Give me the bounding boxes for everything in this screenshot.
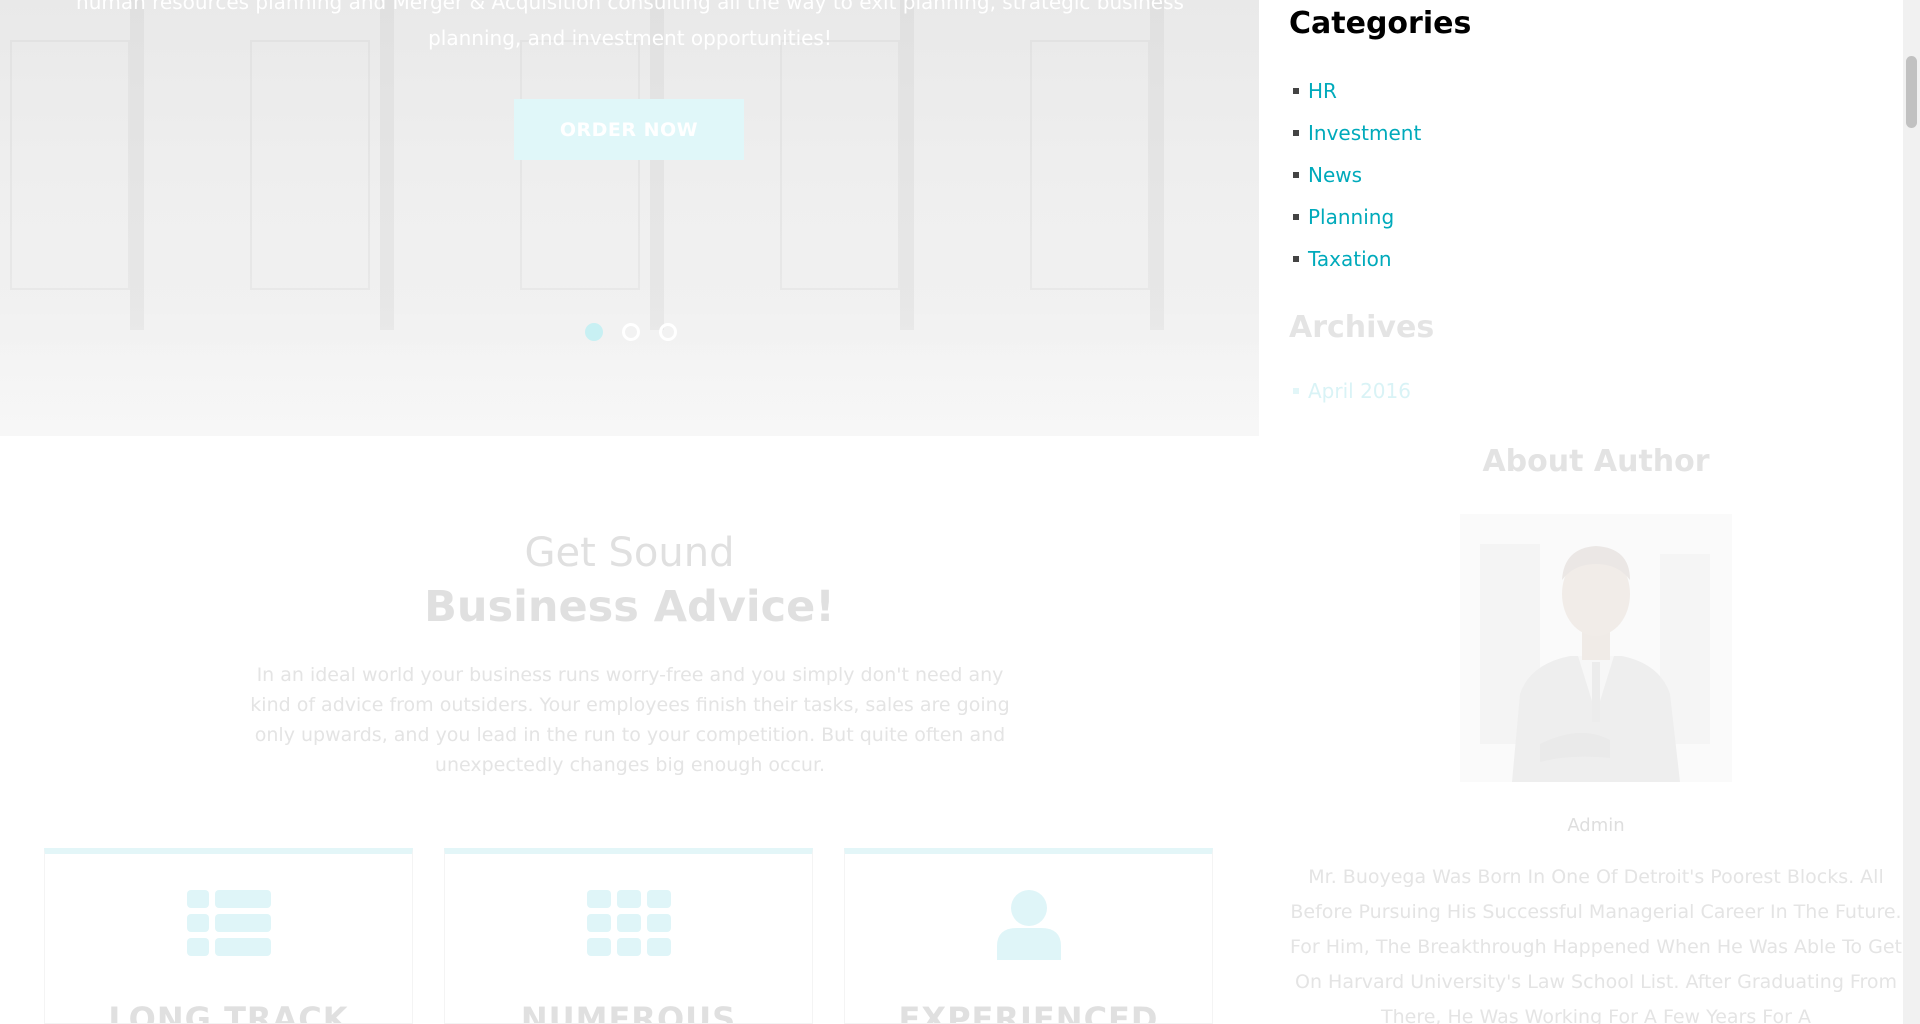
category-item: Taxation [1293,238,1421,280]
feature-title: NUMEROUS [520,1000,737,1024]
slider-dot-3[interactable] [658,323,677,341]
archive-link-april-2016[interactable]: April 2016 [1308,379,1411,403]
category-link-hr[interactable]: HR [1308,79,1337,103]
archives-list: April 2016 [1293,376,1411,406]
square-bullet-icon [1293,388,1299,394]
hero-bg-window [10,40,130,290]
author-portrait-icon [1460,514,1732,782]
category-link-news[interactable]: News [1308,163,1362,187]
feature-card-long-track: LONG TRACK [44,848,413,1024]
hero-bg-window [780,40,900,290]
category-item: News [1293,154,1421,196]
square-bullet-icon [1293,88,1299,94]
archive-item: April 2016 [1293,376,1411,406]
hero-slider: human resources planning and Merger & Ac… [0,0,1259,436]
hero-text: human resources planning and Merger & Ac… [76,0,1184,50]
feature-card-numerous: NUMEROUS [444,848,813,1024]
advice-heading-line2: Business Advice! [424,582,835,632]
feature-card-experienced: EXPERIENCED [844,848,1213,1024]
user-icon [996,890,1061,960]
slider-dots [0,323,1259,341]
feature-title: LONG TRACK [108,1000,349,1024]
square-bullet-icon [1293,172,1299,178]
square-bullet-icon [1293,214,1299,220]
category-item: Planning [1293,196,1421,238]
feature-cards: LONG TRACK NUMEROUS EXPERIENCED [44,848,1214,1024]
slider-dot-1[interactable] [584,323,603,341]
hero-bg-window [520,40,640,290]
hero-bg-window [250,40,370,290]
hero-bg-window [1030,40,1150,290]
author-bio: Mr. Buoyega Was Born In One Of Detroit's… [1289,866,1903,1024]
archives-title: Archives [1289,310,1435,345]
square-bullet-icon [1293,256,1299,262]
advice-heading-line1: Get Sound [524,530,735,576]
square-bullet-icon [1293,130,1299,136]
page-scrollbar[interactable] [1903,0,1920,1024]
list-icon [186,890,271,956]
categories-title: Categories [1289,6,1472,41]
feature-title: EXPERIENCED [898,1000,1159,1024]
advice-text: In an ideal world your business runs wor… [250,664,1010,776]
author-name: Admin [1567,815,1625,836]
category-link-investment[interactable]: Investment [1308,121,1421,145]
categories-list: HR Investment News Planning Taxation [1293,70,1421,280]
order-now-button[interactable]: ORDER NOW [514,99,744,160]
about-author-title: About Author [1482,444,1710,479]
grid-icon [586,890,671,956]
author-photo [1460,514,1732,782]
category-item: HR [1293,70,1421,112]
slider-dot-2[interactable] [621,323,640,341]
category-item: Investment [1293,112,1421,154]
sidebar: Categories HR Investment News Planning T… [1289,0,1903,1024]
hero-bg-floor [0,300,1259,436]
category-link-taxation[interactable]: Taxation [1308,247,1392,271]
scrollbar-thumb[interactable] [1906,56,1917,128]
category-link-planning[interactable]: Planning [1308,205,1394,229]
